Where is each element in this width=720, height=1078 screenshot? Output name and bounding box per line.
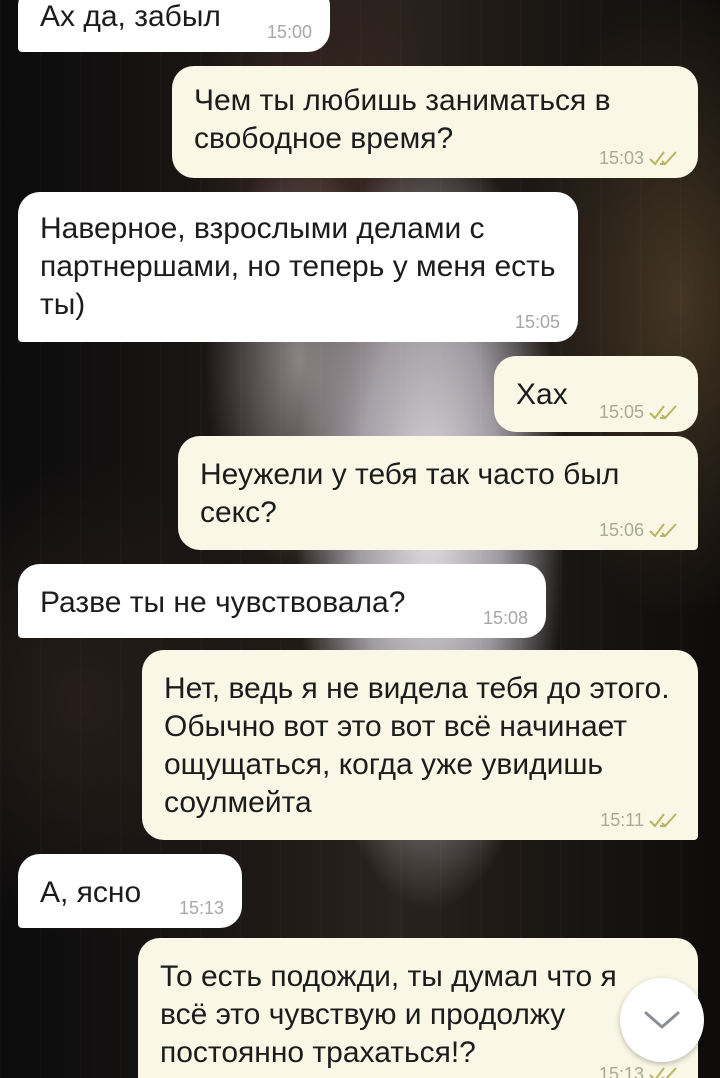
message-time: 15:13 xyxy=(178,898,224,918)
message-bubble-incoming[interactable]: Разве ты не чувствовала? 15:08 xyxy=(18,564,546,638)
message-text: Наверное, взрослыми делами с партнершами… xyxy=(40,212,556,321)
chevron-down-icon xyxy=(644,1011,680,1029)
message-time: 15:03 xyxy=(598,148,644,168)
message-meta: 15:08 xyxy=(483,608,528,628)
message-meta: 15:05 xyxy=(515,312,560,332)
message-meta: 15:00 xyxy=(267,22,312,42)
message-bubble-incoming[interactable]: Ах да, забыл 15:00 xyxy=(18,0,330,52)
message-meta: 15:13 xyxy=(179,898,224,918)
double-check-icon xyxy=(649,523,677,538)
message-meta: 15:06 xyxy=(599,520,680,540)
message-time: 15:05 xyxy=(514,312,560,332)
message-bubble-outgoing[interactable]: Чем ты любишь заниматься в свободное вре… xyxy=(172,66,698,178)
message-time: 15:00 xyxy=(266,22,312,42)
message-bubble-outgoing[interactable]: Хах 15:05 xyxy=(494,356,698,432)
double-check-icon xyxy=(649,151,677,166)
message-time: 15:06 xyxy=(598,520,644,540)
message-text: Чем ты любишь заниматься в свободное вре… xyxy=(194,84,611,155)
double-check-icon xyxy=(649,405,677,420)
message-bubble-outgoing[interactable]: То есть подожди, ты думал что я всё это … xyxy=(138,938,698,1078)
message-bubble-outgoing[interactable]: Нет, ведь я не видела тебя до этого. Обы… xyxy=(142,650,698,840)
message-bubble-incoming[interactable]: Наверное, взрослыми делами с партнершами… xyxy=(18,192,578,342)
message-meta: 15:11 xyxy=(600,810,680,830)
scroll-to-bottom-button[interactable] xyxy=(620,978,704,1062)
message-text: Разве ты не чувствовала? xyxy=(40,586,406,619)
message-time: 15:08 xyxy=(482,608,528,628)
message-time: 15:05 xyxy=(598,402,644,422)
message-meta: 15:05 xyxy=(599,402,680,422)
message-text: То есть подожди, ты думал что я всё это … xyxy=(160,960,617,1069)
double-check-icon xyxy=(649,813,677,828)
message-text: Нет, ведь я не видела тебя до этого. Обы… xyxy=(164,672,670,819)
message-time: 15:11 xyxy=(600,810,644,830)
message-time: 15:13 xyxy=(598,1064,644,1078)
double-check-icon xyxy=(649,1067,677,1078)
message-meta: 15:03 xyxy=(599,148,680,168)
message-bubble-outgoing[interactable]: Неужели у тебя так часто был секс? 15:06 xyxy=(178,436,698,550)
message-bubble-incoming[interactable]: А, ясно 15:13 xyxy=(18,854,242,928)
message-meta: 15:13 xyxy=(599,1064,680,1078)
